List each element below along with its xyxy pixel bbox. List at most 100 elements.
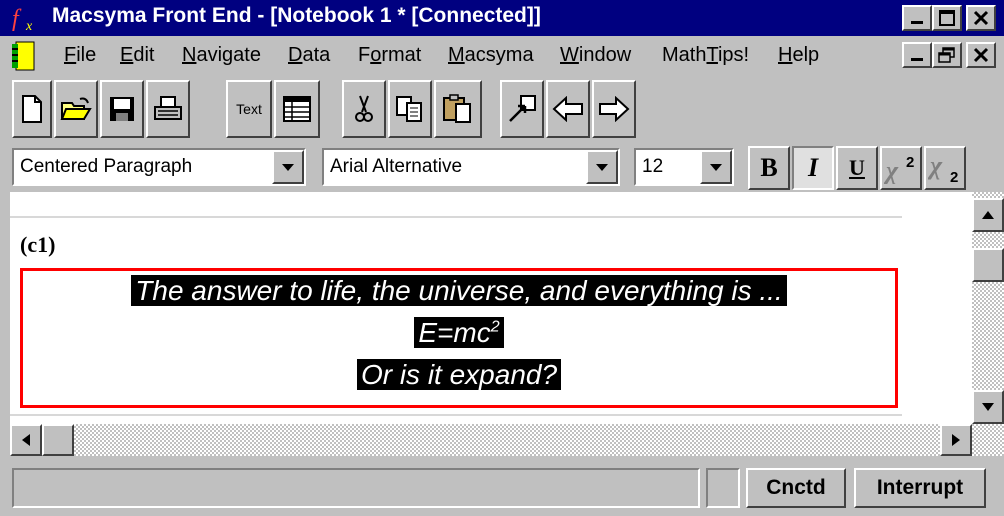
font-size-dropdown-button[interactable] <box>700 150 732 184</box>
italic-button[interactable]: I <box>792 146 834 190</box>
status-message-pane <box>12 468 700 508</box>
bold-button[interactable]: B <box>748 146 790 190</box>
underline-label: U <box>849 155 865 180</box>
font-name-select[interactable]: Arial Alternative <box>322 148 620 186</box>
back-button[interactable] <box>546 80 590 138</box>
vertical-scroll-thumb[interactable] <box>972 248 1004 282</box>
jump-button[interactable] <box>500 80 544 138</box>
arrow-down-icon <box>982 403 994 411</box>
maximize-icon <box>939 10 955 26</box>
paragraph-style-select[interactable]: Centered Paragraph <box>12 148 306 186</box>
equation-base: E=mc <box>418 317 491 348</box>
save-button[interactable] <box>100 80 144 138</box>
close-button[interactable] <box>966 5 996 31</box>
print-icon <box>154 96 182 120</box>
minimize-icon <box>911 21 923 24</box>
menu-navigate[interactable]: Navigate <box>182 44 261 67</box>
print-button[interactable] <box>146 80 190 138</box>
paste-icon <box>443 94 471 123</box>
copy-button[interactable] <box>388 80 432 138</box>
cell-text-line-3: Or is it expand? <box>356 359 562 390</box>
restore-icon <box>938 47 955 63</box>
arrow-right-icon <box>952 434 960 446</box>
scroll-down-button[interactable] <box>972 390 1004 424</box>
paste-button[interactable] <box>434 80 482 138</box>
cell-line-1: The answer to life, the universe, and ev… <box>23 275 895 307</box>
italic-label: I <box>807 153 819 182</box>
menu-mathtips[interactable]: MathTips! <box>662 44 749 67</box>
cell-separator <box>10 216 902 218</box>
new-document-button[interactable] <box>12 80 52 138</box>
menu-format[interactable]: Format <box>358 44 421 67</box>
chevron-down-icon <box>282 164 294 171</box>
notebook-document[interactable]: (c1) The answer to life, the universe, a… <box>10 192 972 424</box>
menu-help[interactable]: Help <box>778 44 819 67</box>
horizontal-scroll-thumb[interactable] <box>42 424 74 456</box>
chevron-down-icon <box>596 164 608 171</box>
forward-button[interactable] <box>592 80 636 138</box>
paragraph-style-value: Centered Paragraph <box>20 156 193 177</box>
close-icon <box>973 10 989 26</box>
maximize-button[interactable] <box>932 5 962 31</box>
close-icon <box>973 47 989 63</box>
cell-line-2: E=mc2 <box>23 317 895 349</box>
cell-text-line-1: The answer to life, the universe, and ev… <box>131 275 787 306</box>
cell-line-3: Or is it expand? <box>23 359 895 391</box>
toolbar: Text <box>0 76 1004 142</box>
superscript-icon: χ2 <box>884 154 914 184</box>
arrow-up-icon <box>982 211 994 219</box>
menu-data[interactable]: Data <box>288 44 330 67</box>
superscript-button[interactable]: χ2 <box>880 146 922 190</box>
scroll-right-button[interactable] <box>940 424 972 456</box>
equation-text: E=mc2 <box>414 317 504 348</box>
new-document-icon <box>22 95 42 123</box>
scroll-up-button[interactable] <box>972 198 1004 232</box>
svg-text:2: 2 <box>906 154 914 171</box>
table-button[interactable] <box>274 80 320 138</box>
horizontal-scrollbar[interactable] <box>10 424 1004 456</box>
text-icon: Text <box>236 101 262 117</box>
font-size-select[interactable]: 12 <box>634 148 734 186</box>
vertical-scrollbar[interactable] <box>972 192 1004 424</box>
menu-file[interactable]: File <box>64 44 96 67</box>
status-bar: Cnctd Interrupt <box>0 460 1004 516</box>
text-button[interactable]: Text <box>226 80 272 138</box>
title-bar[interactable]: f x Macsyma Front End - [Notebook 1 * [C… <box>0 0 1004 36</box>
font-name-dropdown-button[interactable] <box>586 150 618 184</box>
macsyma-fx-icon: f x <box>10 4 44 32</box>
svg-text:χ: χ <box>884 156 899 184</box>
chevron-down-icon <box>710 164 722 171</box>
underline-button[interactable]: U <box>836 146 878 190</box>
forward-arrow-icon <box>599 96 630 122</box>
menu-edit[interactable]: Edit <box>120 44 154 67</box>
menu-macsyma[interactable]: Macsyma <box>448 44 534 67</box>
subscript-button[interactable]: χ2 <box>924 146 966 190</box>
subscript-icon: χ2 <box>928 152 958 184</box>
bold-label: B <box>760 153 778 182</box>
paragraph-style-dropdown-button[interactable] <box>272 150 304 184</box>
interrupt-button[interactable]: Interrupt <box>854 468 986 508</box>
arrow-left-icon <box>22 434 30 446</box>
open-folder-icon <box>60 97 92 120</box>
minimize-icon <box>911 58 923 61</box>
doc-close-button[interactable] <box>966 42 996 68</box>
equation-exponent: 2 <box>490 318 500 336</box>
svg-text:χ: χ <box>928 152 943 180</box>
open-button[interactable] <box>54 80 98 138</box>
connection-status-button[interactable]: Cnctd <box>746 468 846 508</box>
doc-minimize-button[interactable] <box>902 42 932 68</box>
window-title: Macsyma Front End - [Notebook 1 * [Conne… <box>52 4 541 27</box>
minimize-button[interactable] <box>902 5 932 31</box>
menu-window[interactable]: Window <box>560 44 631 67</box>
notebook-icon[interactable] <box>10 40 38 72</box>
back-arrow-icon <box>552 96 583 122</box>
scroll-left-button[interactable] <box>10 424 42 456</box>
svg-text:2: 2 <box>950 169 958 184</box>
text-cell[interactable]: The answer to life, the universe, and ev… <box>20 268 898 408</box>
doc-restore-button[interactable] <box>932 42 962 68</box>
cut-button[interactable] <box>342 80 386 138</box>
svg-text:x: x <box>25 19 33 32</box>
connection-status-label: Cnctd <box>766 476 826 499</box>
menu-bar: File Edit Navigate Data Format Macsyma W… <box>0 36 1004 76</box>
cut-icon <box>355 95 373 122</box>
